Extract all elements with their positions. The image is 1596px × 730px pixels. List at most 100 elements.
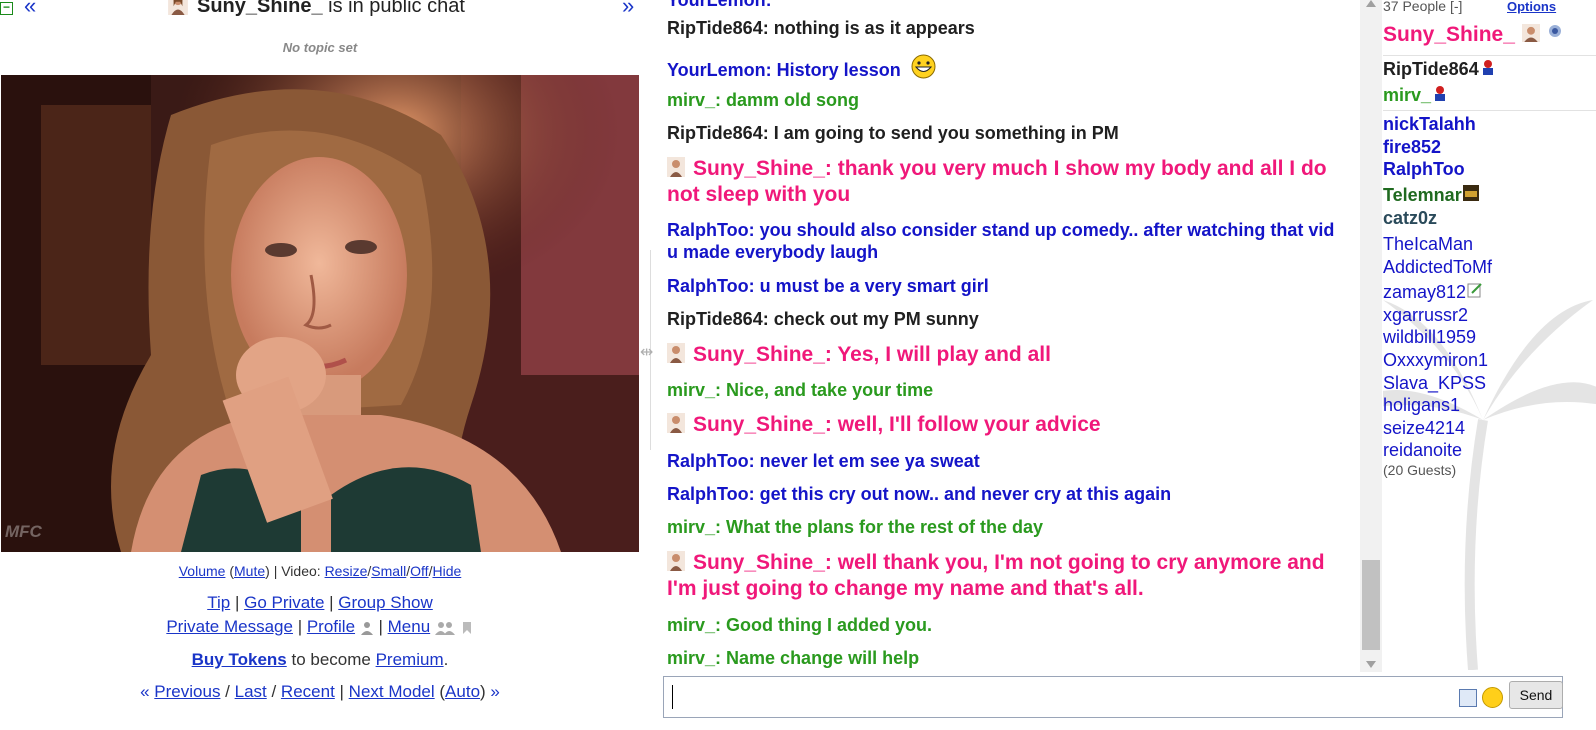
off-link[interactable]: Off — [410, 563, 428, 579]
text-cursor — [672, 685, 673, 709]
webcam-frame-image — [1, 75, 639, 552]
image-icon[interactable] — [1459, 689, 1477, 707]
next-arrow-icon[interactable]: » — [622, 0, 634, 18]
chat-message: RalphToo: you should also consider stand… — [667, 220, 1335, 262]
become-text: to become — [291, 650, 371, 669]
user-bold[interactable]: catz0z — [1383, 208, 1437, 229]
previous-link[interactable]: Previous — [154, 682, 220, 701]
hide-link[interactable]: Hide — [432, 563, 461, 579]
model-avatar-icon — [667, 157, 685, 177]
guest-count: (20 Guests) — [1383, 462, 1457, 478]
user-name: Telemnar — [1383, 185, 1462, 205]
room-status: is in public chat — [328, 0, 465, 17]
options-link[interactable]: Options — [1507, 0, 1556, 14]
user-basic[interactable]: Slava_KPSS — [1383, 373, 1486, 394]
chat-scrollbar[interactable] — [1360, 0, 1382, 672]
video-label: | Video: — [273, 563, 321, 579]
small-link[interactable]: Small — [371, 563, 406, 579]
scroll-up-icon[interactable] — [1366, 0, 1376, 7]
recent-link[interactable]: Recent — [281, 682, 335, 701]
user-basic[interactable]: wildbill1959 — [1383, 327, 1476, 348]
chat-input[interactable]: Send — [663, 676, 1563, 718]
model-nav-row: « Previous / Last / Recent | Next Model … — [140, 682, 500, 701]
model-name[interactable]: Suny_Shine_ — [197, 0, 323, 17]
volume-link[interactable]: Volume — [179, 563, 226, 579]
go-private-link[interactable]: Go Private — [244, 593, 324, 612]
chat-message-text: Suny_Shine_: well, I'll follow your advi… — [693, 413, 1101, 436]
premium-user-icon — [1482, 60, 1493, 75]
chat-message: mirv_: Nice, and take your time — [667, 380, 934, 400]
user-bold[interactable]: RalphToo — [1383, 159, 1465, 180]
divider — [1383, 55, 1596, 56]
video-watermark: MFC — [5, 522, 42, 541]
menu-link[interactable]: Menu — [388, 617, 431, 636]
user-bold[interactable]: nickTalahh — [1383, 114, 1476, 135]
chat-message-partial: YourLemon: — [667, 0, 772, 10]
chat-message-text: Suny_Shine_: well thank you, I'm not goi… — [667, 551, 1325, 600]
profile-link[interactable]: Profile — [307, 617, 355, 636]
room-topic: No topic set — [282, 40, 358, 55]
webcam-video[interactable]: MFC — [1, 75, 639, 552]
chat-message: RipTide864: I am going to send you somet… — [667, 123, 1119, 143]
collapse-icon[interactable]: − — [0, 1, 13, 15]
last-link[interactable]: Last — [235, 682, 267, 701]
smiley-icon[interactable] — [1482, 687, 1503, 708]
note-icon — [1467, 283, 1482, 298]
user-name: RipTide864 — [1383, 59, 1479, 79]
premium-row: Buy Tokens to become Premium. — [191, 650, 449, 669]
user-basic[interactable]: xgarrussr2 — [1383, 305, 1468, 326]
user-premium[interactable]: RipTide864 — [1383, 59, 1496, 80]
model-avatar-icon — [667, 551, 685, 571]
scroll-thumb[interactable] — [1362, 560, 1380, 650]
tip-link[interactable]: Tip — [207, 593, 230, 612]
user-bold[interactable]: fire852 — [1383, 137, 1441, 158]
premium-user-icon — [1435, 86, 1446, 101]
user-basic[interactable]: TheIcaMan — [1383, 234, 1473, 255]
scroll-down-icon[interactable] — [1366, 661, 1376, 668]
prev-icon: « — [140, 682, 150, 701]
model-avatar-icon — [168, 0, 188, 15]
user-basic[interactable]: zamay812 — [1383, 282, 1483, 303]
chat-message: Suny_Shine_: Yes, I will play and all — [667, 342, 1347, 368]
resize-link[interactable]: Resize — [325, 563, 368, 579]
chat-message: Suny_Shine_: well thank you, I'm not goi… — [667, 550, 1347, 602]
webcam-icon — [1548, 25, 1561, 37]
auto-link[interactable]: Auto — [445, 682, 480, 701]
user-name: mirv_ — [1383, 85, 1432, 105]
show-actions-row: Tip | Go Private | Group Show — [207, 593, 433, 612]
private-message-link[interactable]: Private Message — [166, 617, 293, 636]
user-basic[interactable]: AddictedToMf — [1383, 257, 1492, 278]
chat-message: RalphToo: u must be a very smart girl — [667, 276, 989, 296]
model-avatar-icon — [667, 413, 685, 433]
user-basic[interactable]: seize4214 — [1383, 418, 1465, 439]
resize-handle-icon[interactable]: ⇹ — [640, 342, 658, 362]
user-name: zamay812 — [1383, 282, 1467, 302]
user-basic[interactable]: reidanoite — [1383, 440, 1462, 461]
group-icon[interactable] — [434, 621, 455, 635]
user-badge-icon — [1462, 185, 1479, 201]
chat-message: mirv_: Name change will help — [667, 648, 920, 668]
user-basic[interactable]: holigans1 — [1383, 395, 1460, 416]
prev-arrow-icon[interactable]: « — [24, 0, 36, 18]
user-basic[interactable]: Oxxxymiron1 — [1383, 350, 1488, 371]
grin-emoji-icon — [911, 54, 936, 79]
mute-link[interactable]: Mute — [234, 563, 265, 579]
user-premium[interactable]: mirv_ — [1383, 85, 1448, 106]
chat-message: mirv_: Good thing I added you. — [667, 615, 933, 635]
chat-message: Suny_Shine_: thank you very much I show … — [667, 156, 1347, 208]
model-avatar-icon — [667, 343, 685, 363]
chat-message: RipTide864: check out my PM sunny — [667, 309, 979, 329]
user-name: Suny_Shine_ — [1383, 23, 1515, 46]
next-model-link[interactable]: Next Model — [349, 682, 435, 701]
user-bold[interactable]: Telemnar — [1383, 185, 1479, 206]
people-count[interactable]: 37 People [-] — [1383, 0, 1462, 14]
premium-link[interactable]: Premium — [376, 650, 444, 669]
buy-tokens-link[interactable]: Buy Tokens — [192, 650, 287, 669]
group-show-link[interactable]: Group Show — [338, 593, 433, 612]
chat-log[interactable]: YourLemon: RipTide864: nothing is as it … — [667, 0, 1357, 672]
bookmark-icon[interactable] — [460, 621, 474, 635]
model-avatar-icon — [1521, 24, 1540, 42]
user-model[interactable]: Suny_Shine_ — [1383, 23, 1563, 47]
chat-message: RalphToo: get this cry out now.. and nev… — [667, 484, 1172, 504]
send-button[interactable]: Send — [1509, 681, 1563, 709]
